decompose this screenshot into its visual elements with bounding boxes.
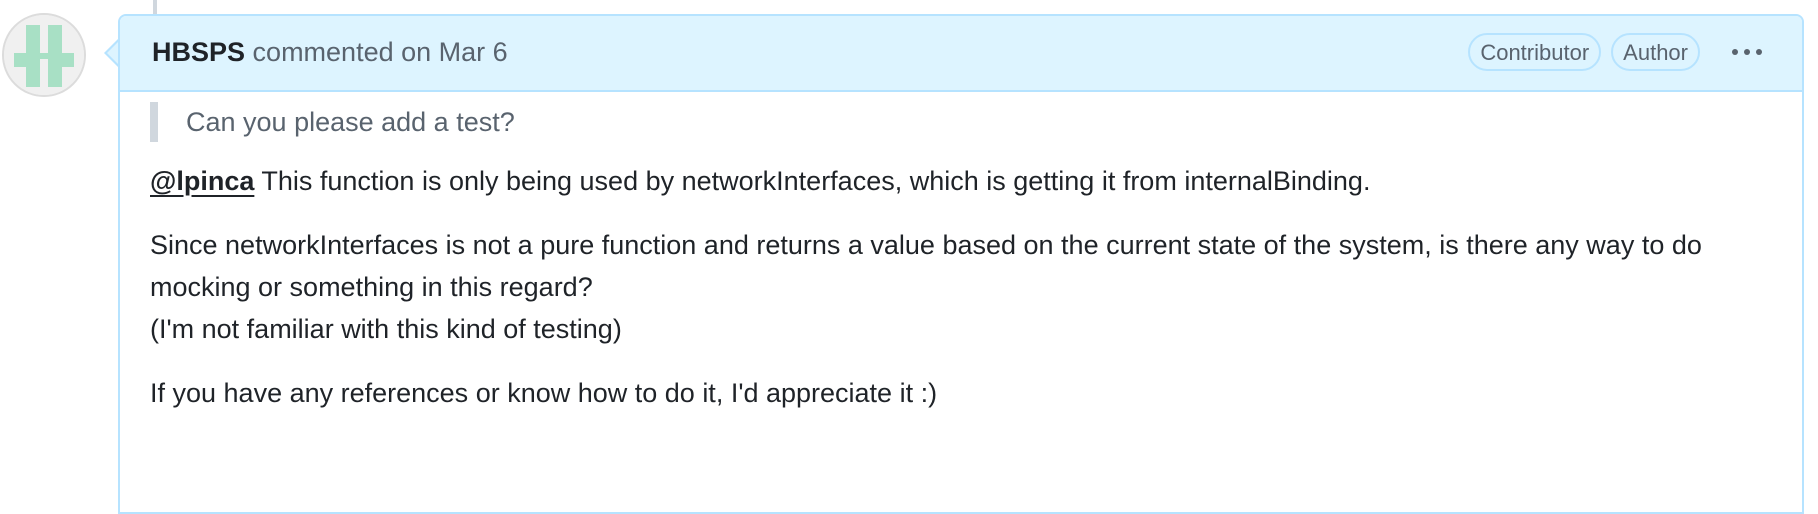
more-options-button[interactable] [1722,33,1772,71]
blockquote: Can you please add a test? [150,102,1788,142]
comment-header-actions: Contributor Author [1468,33,1772,71]
comment-timestamp-link[interactable]: Mar 6 [439,37,508,67]
comment-paragraph-3: If you have any references or know how t… [150,378,938,408]
kebab-horizontal-icon [1732,49,1738,55]
contributor-badge: Contributor [1468,33,1602,71]
comment-action-text: commented on [252,37,439,67]
avatar[interactable] [2,13,86,97]
user-mention-link[interactable]: @lpinca [150,166,254,196]
author-link[interactable]: HBSPS [152,37,245,67]
kebab-horizontal-icon-dot [1756,49,1762,55]
paragraph-2-line-1: Since networkInterfaces is not a pure fu… [150,230,1702,302]
comment-paragraph-1: @lpinca This function is only being used… [150,160,1788,202]
paragraph-1-text: This function is only being used by netw… [254,166,1371,196]
comment-header: HBSPS commented on Mar 6 Contributor Aut… [120,16,1802,92]
comment-paragraph-2: Since networkInterfaces is not a pure fu… [150,224,1788,350]
author-badge: Author [1611,33,1700,71]
kebab-horizontal-icon-dot [1744,49,1750,55]
paragraph-2-line-2: (I'm not familiar with this kind of test… [150,314,622,344]
identicon-icon [4,15,84,95]
comment-header-meta: HBSPS commented on Mar 6 [152,35,508,69]
comment-body: Can you please add a test? @lpinca This … [150,102,1788,436]
